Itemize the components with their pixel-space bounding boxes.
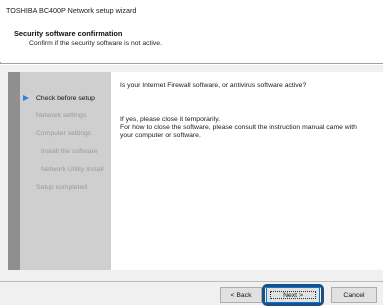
cancel-button[interactable]: Cancel [331,287,377,303]
step-computer-settings: Computer settings [36,130,92,137]
content-area [111,72,383,270]
step-network-settings: Network settings [36,112,87,119]
sidebar-strip [8,72,20,270]
step-check-before-setup: Check before setup [36,95,95,102]
title-bar[interactable]: TOSHIBA BC400P Network setup wizard [0,0,383,22]
page-subtitle: Confirm if the security software is not … [29,40,162,47]
window-title: TOSHIBA BC400P Network setup wizard [6,6,137,15]
setup-wizard-window: TOSHIBA BC400P Network setup wizard Secu… [0,0,383,306]
arrow-right-icon [23,95,29,101]
back-button[interactable]: < Back [220,287,262,303]
step-network-utility-install: Network Utility install [41,166,104,173]
page-title: Security software confirmation [14,29,123,38]
step-install-software: Install the software [41,148,98,155]
cancel-button-label: Cancel [343,291,365,299]
wizard-footer [0,282,383,305]
back-button-label: < Back [230,291,252,299]
security-question: Is your Internet Firewall software, or a… [120,82,307,89]
step-setup-completed: Setup completed [36,184,88,191]
instruction-line-3: your computer or software. [120,132,201,139]
next-button-highlight [262,284,324,306]
